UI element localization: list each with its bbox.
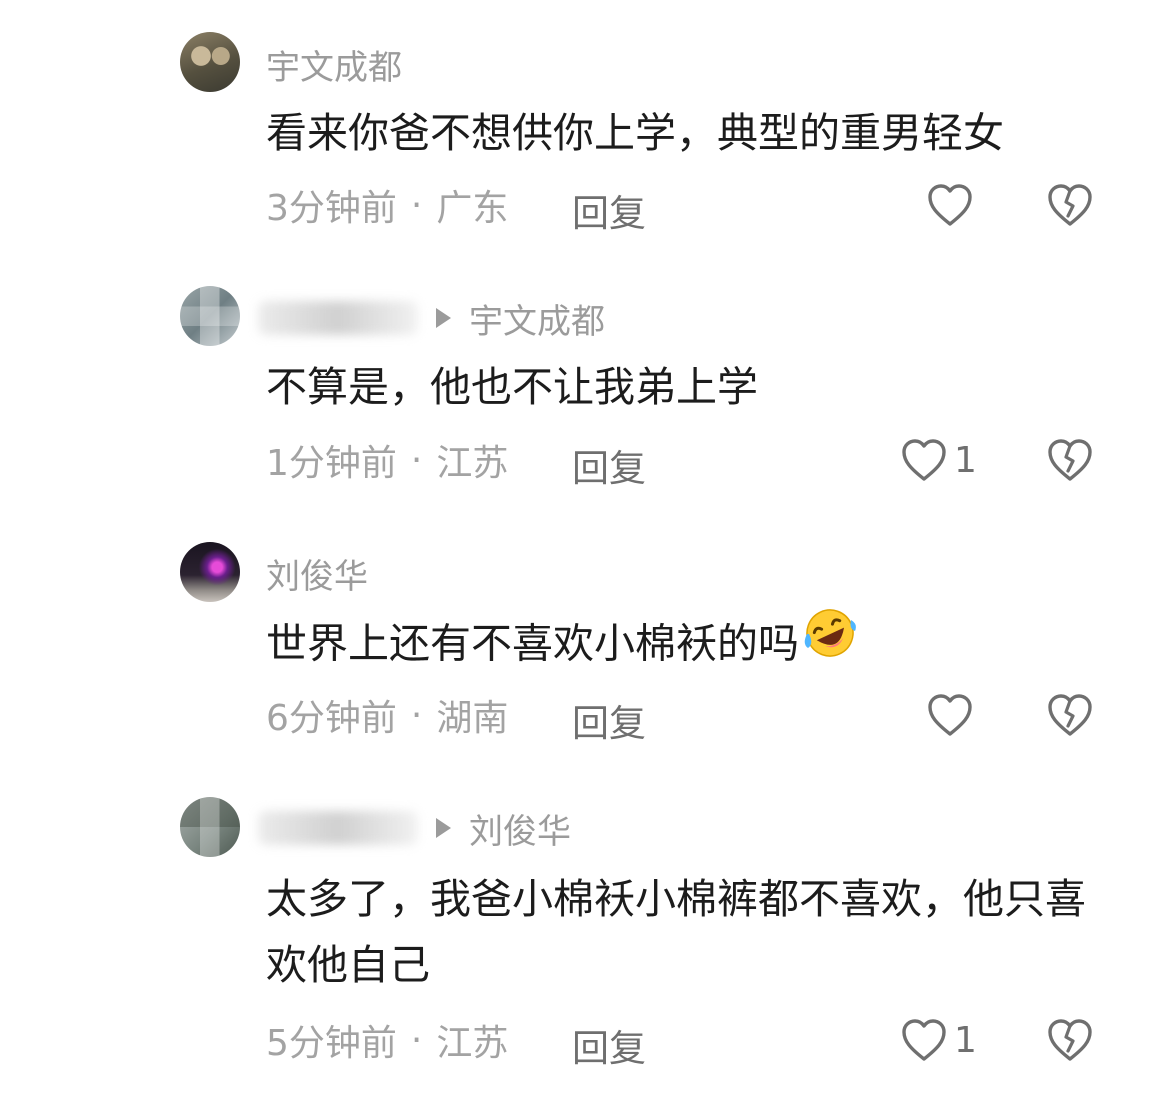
comment-header: 宇文成都 <box>266 40 402 89</box>
broken-heart-icon <box>1048 439 1092 481</box>
like-button[interactable] <box>926 180 974 230</box>
broken-heart-icon <box>1048 184 1092 226</box>
comment-text: 不算是，他也不让我弟上学 <box>266 354 1096 420</box>
comment-time: 3分钟前 <box>266 188 397 229</box>
rofl-crying-laughing-emoji <box>801 606 859 679</box>
comment-text-content: 太多了，我爸小棉袄小棉裤都不喜欢，他只喜欢他自己 <box>266 875 1086 989</box>
comment-meta: 6分钟前 · 湖南 <box>266 690 508 740</box>
reply-button[interactable]: 回复 <box>572 1018 646 1072</box>
comment-meta: 3分钟前 · 广东 <box>266 180 508 230</box>
dislike-button[interactable] <box>1046 180 1094 230</box>
comment-text-content: 不算是，他也不让我弟上学 <box>266 363 758 411</box>
reply-button[interactable]: 回复 <box>572 693 646 747</box>
comment-location: 江苏 <box>436 443 509 484</box>
meta-separator: · <box>410 694 423 736</box>
avatar[interactable] <box>180 32 240 92</box>
triangle-right-icon <box>436 818 451 838</box>
comment-header: 刘俊华 <box>258 804 571 853</box>
username-blurred[interactable] <box>258 811 418 845</box>
comment-location: 广东 <box>436 188 509 229</box>
comment-meta: 1分钟前 · 江苏 <box>266 435 508 485</box>
comment-time: 5分钟前 <box>266 1023 397 1064</box>
comment-time: 6分钟前 <box>266 698 397 739</box>
reply-button[interactable]: 回复 <box>572 438 646 492</box>
username-blurred[interactable] <box>258 301 418 335</box>
broken-heart-icon <box>1048 694 1092 736</box>
avatar[interactable] <box>180 286 240 346</box>
dislike-button[interactable] <box>1046 1015 1094 1065</box>
comment-text-content: 世界上还有不喜欢小棉袄的吗 <box>266 619 799 668</box>
heart-outline-icon <box>928 184 972 226</box>
comment-header: 刘俊华 <box>266 549 368 598</box>
comment-text: 太多了，我爸小棉袄小棉裤都不喜欢，他只喜欢他自己 <box>266 866 1096 998</box>
dislike-button[interactable] <box>1046 690 1094 740</box>
like-button[interactable]: 1 <box>900 435 977 485</box>
comment-meta: 5分钟前 · 江苏 <box>266 1015 508 1065</box>
username[interactable]: 宇文成都 <box>266 40 402 89</box>
dislike-button[interactable] <box>1046 435 1094 485</box>
avatar[interactable] <box>180 542 240 602</box>
like-button[interactable] <box>926 690 974 740</box>
like-count: 1 <box>954 439 977 481</box>
heart-outline-icon <box>902 1019 946 1061</box>
comment-time: 1分钟前 <box>266 443 397 484</box>
comment-text: 世界上还有不喜欢小棉袄的吗 <box>266 609 1096 683</box>
heart-outline-icon <box>928 694 972 736</box>
triangle-right-icon <box>436 308 451 328</box>
comment-text: 看来你爸不想供你上学，典型的重男轻女 <box>266 100 1096 166</box>
comment-location: 湖南 <box>436 698 509 739</box>
like-count: 1 <box>954 1019 977 1061</box>
comment-header: 宇文成都 <box>258 294 605 343</box>
avatar[interactable] <box>180 797 240 857</box>
meta-separator: · <box>410 1019 423 1061</box>
like-button[interactable]: 1 <box>900 1015 977 1065</box>
username[interactable]: 刘俊华 <box>266 549 368 598</box>
meta-separator: · <box>410 184 423 226</box>
reply-to-username[interactable]: 刘俊华 <box>469 804 571 853</box>
reply-button[interactable]: 回复 <box>572 183 646 237</box>
comment-location: 江苏 <box>436 1023 509 1064</box>
meta-separator: · <box>410 439 423 481</box>
comment-text-content: 看来你爸不想供你上学，典型的重男轻女 <box>266 109 1004 157</box>
heart-outline-icon <box>902 439 946 481</box>
broken-heart-icon <box>1048 1019 1092 1061</box>
reply-to-username[interactable]: 宇文成都 <box>469 294 605 343</box>
